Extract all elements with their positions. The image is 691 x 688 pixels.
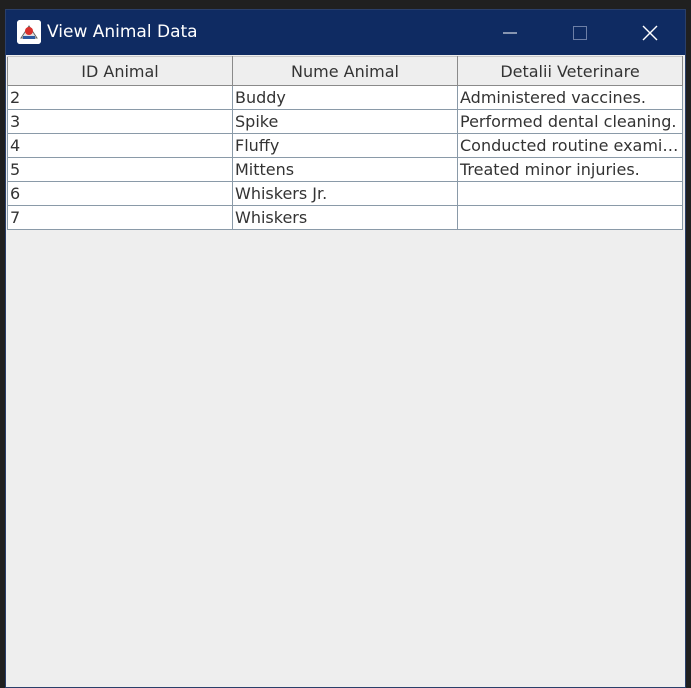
- table-row[interactable]: 6 Whiskers Jr.: [7, 181, 683, 206]
- close-button[interactable]: [616, 10, 684, 55]
- table-scroll-area[interactable]: ID Animal Nume Animal Detalii Veterinare…: [6, 55, 685, 687]
- column-header-id-animal[interactable]: ID Animal: [7, 56, 233, 86]
- cell-id[interactable]: 3: [7, 109, 233, 134]
- table-header-row: ID Animal Nume Animal Detalii Veterinare: [7, 56, 683, 86]
- cell-details[interactable]: Conducted routine examination.: [457, 133, 683, 158]
- cell-id[interactable]: 6: [7, 181, 233, 206]
- column-header-detalii-veterinare[interactable]: Detalii Veterinare: [457, 56, 683, 86]
- table-row[interactable]: 4 Fluffy Conducted routine examination.: [7, 133, 683, 158]
- title-bar[interactable]: View Animal Data: [6, 10, 685, 55]
- maximize-icon: [573, 25, 587, 40]
- cell-details[interactable]: Treated minor injuries.: [457, 157, 683, 182]
- cell-name[interactable]: Whiskers Jr.: [232, 181, 458, 206]
- java-app-icon: [17, 20, 41, 44]
- cell-details[interactable]: [457, 205, 683, 230]
- table-row[interactable]: 7 Whiskers: [7, 205, 683, 230]
- cell-id[interactable]: 2: [7, 85, 233, 110]
- cell-details[interactable]: Administered vaccines.: [457, 85, 683, 110]
- cell-id[interactable]: 7: [7, 205, 233, 230]
- window-title: View Animal Data: [47, 22, 198, 42]
- cell-details[interactable]: Performed dental cleaning.: [457, 109, 683, 134]
- cell-id[interactable]: 4: [7, 133, 233, 158]
- table-row[interactable]: 5 Mittens Treated minor injuries.: [7, 157, 683, 182]
- minimize-button[interactable]: [476, 10, 544, 55]
- cell-details[interactable]: [457, 181, 683, 206]
- cell-name[interactable]: Whiskers: [232, 205, 458, 230]
- animal-data-table[interactable]: ID Animal Nume Animal Detalii Veterinare…: [7, 56, 683, 230]
- maximize-button[interactable]: [546, 10, 614, 55]
- view-animal-data-window: View Animal Data ID Animal Nume Animal D…: [5, 9, 686, 688]
- close-icon: [642, 25, 658, 40]
- table-row[interactable]: 2 Buddy Administered vaccines.: [7, 85, 683, 110]
- cell-id[interactable]: 5: [7, 157, 233, 182]
- cell-name[interactable]: Mittens: [232, 157, 458, 182]
- table-row[interactable]: 3 Spike Performed dental cleaning.: [7, 109, 683, 134]
- cell-name[interactable]: Buddy: [232, 85, 458, 110]
- cell-name[interactable]: Fluffy: [232, 133, 458, 158]
- column-header-nume-animal[interactable]: Nume Animal: [232, 56, 458, 86]
- minimize-icon: [503, 32, 517, 33]
- cell-name[interactable]: Spike: [232, 109, 458, 134]
